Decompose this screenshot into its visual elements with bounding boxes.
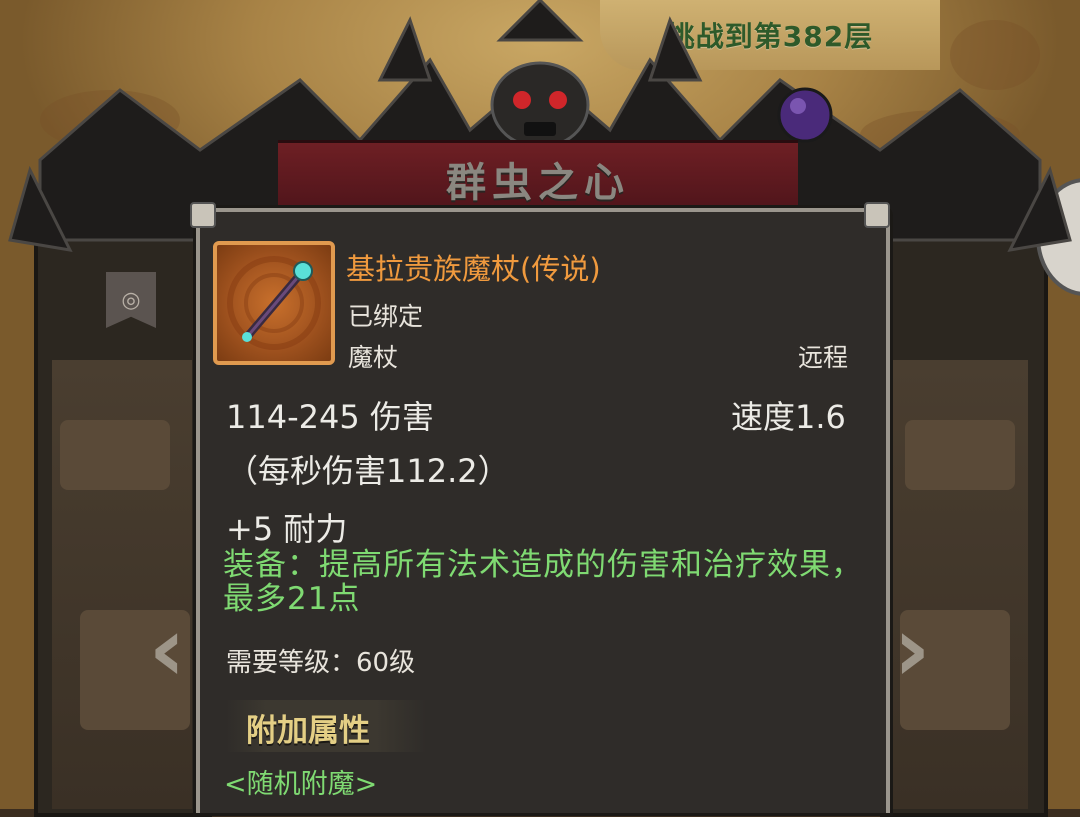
weapon-range: 远程 [798,343,849,372]
title-banner: 群虫之心 [278,140,798,218]
attack-speed: 速度1.6 [731,398,846,436]
challenge-banner: 挑战到第382层 [600,0,940,70]
map-blotch [860,110,1020,160]
equip-effect: 装备：提高所有法术造成的伤害和治疗效果，最多21点 [223,547,863,617]
random-enchant: <随机附魔> [224,769,378,800]
stat-bonus: +5 耐力 [226,510,348,548]
challenge-floor-text: 挑战到第382层 [666,20,874,53]
dungeon-title: 群虫之心 [446,160,630,206]
item-type: 魔杖 [348,343,399,372]
staff-icon [227,256,321,350]
level-requirement: 需要等级：60级 [226,648,416,678]
chevron-left-icon[interactable]: ‹ [140,600,194,700]
tooltip-corner [190,202,216,228]
damage-range: 114-245 伤害 [226,398,434,436]
rock-decoration [60,420,170,490]
map-blotch [950,20,1040,90]
damage-per-second: （每秒伤害112.2） [226,452,510,490]
extra-attributes-header: 附加属性 [246,713,370,749]
tooltip-corner [864,202,890,228]
rock-decoration [905,420,1015,490]
map-blotch [40,90,180,150]
bound-status: 已绑定 [348,302,424,331]
item-icon-frame [213,241,335,365]
item-name: 基拉贵族魔杖(传说) [346,252,601,286]
chevron-right-icon[interactable]: › [885,600,939,700]
